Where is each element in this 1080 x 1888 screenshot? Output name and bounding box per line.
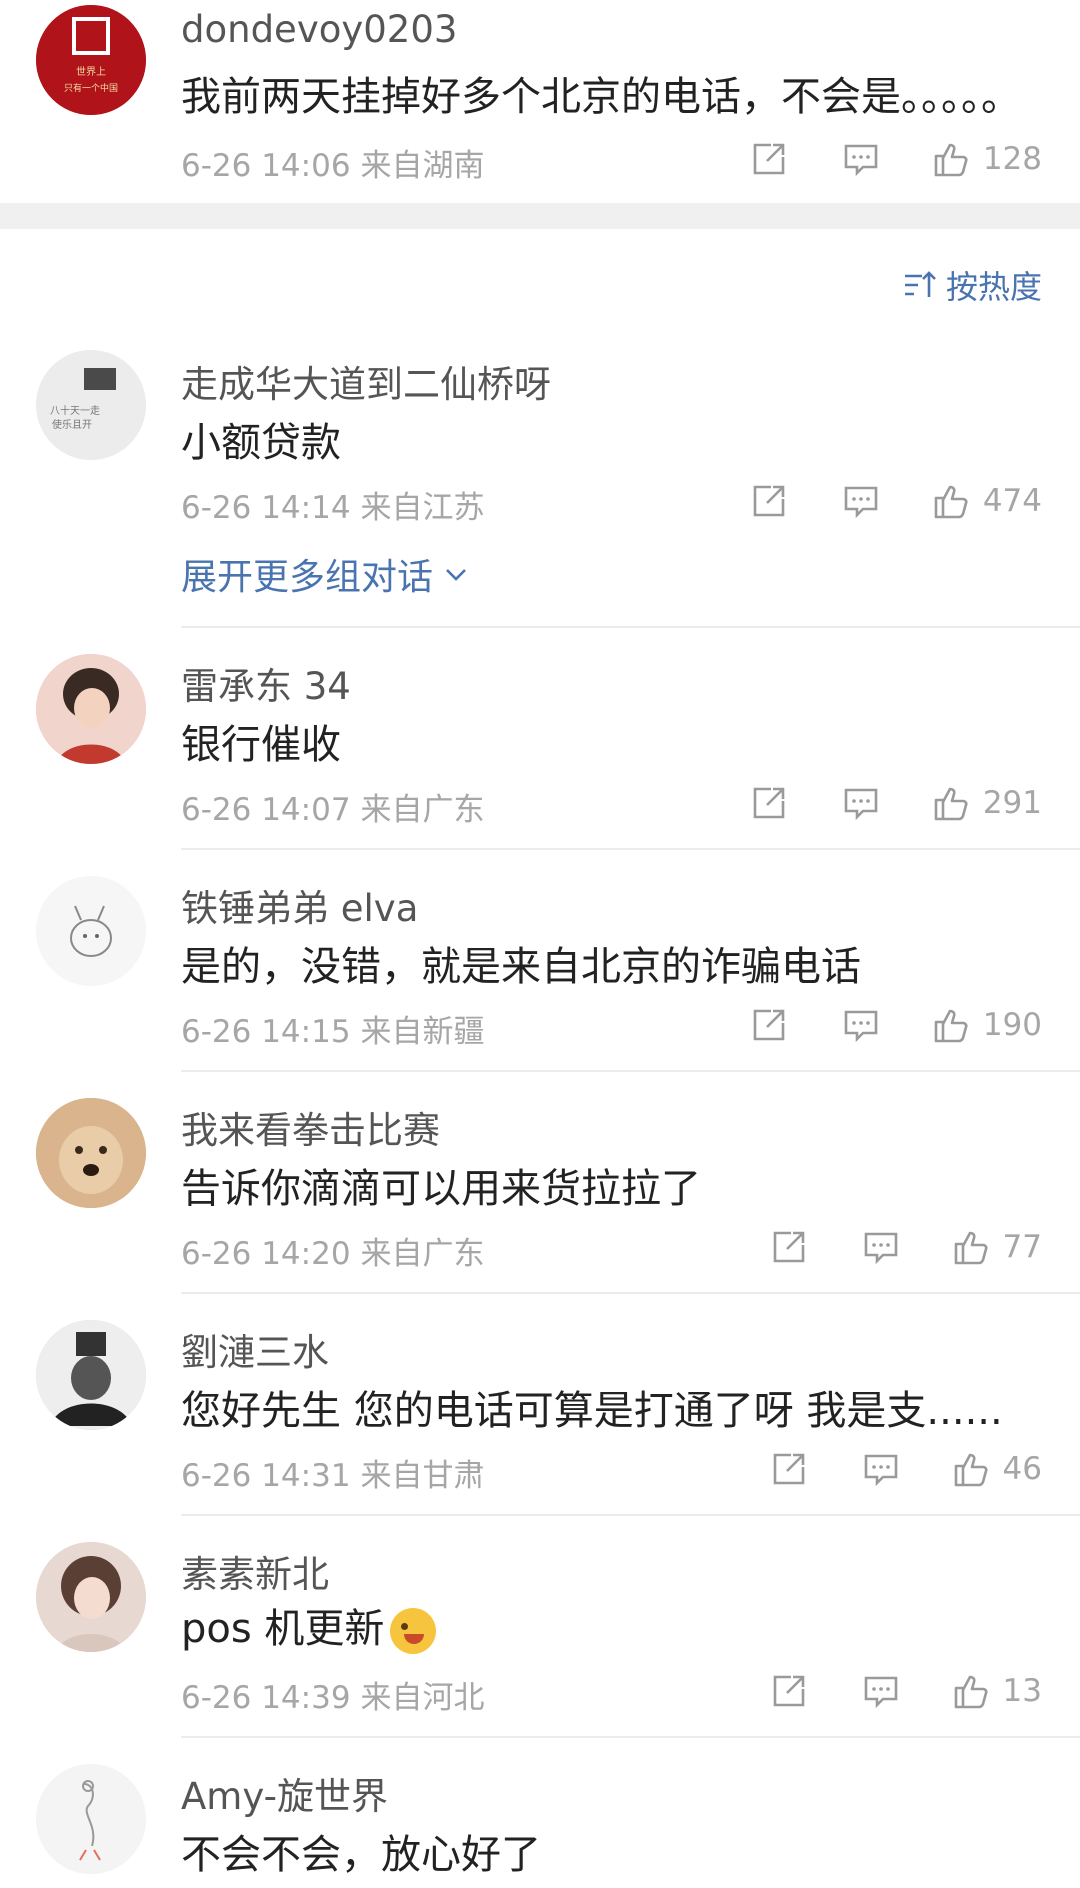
thumbs-up-icon[interactable] <box>951 1227 991 1267</box>
avatar[interactable] <box>36 876 146 986</box>
comment-meta: 6-26 14:15 来自新疆 <box>181 1006 485 1051</box>
avatar[interactable] <box>36 1320 146 1430</box>
username[interactable]: 劉漣三水 <box>181 1322 329 1376</box>
divider <box>181 1292 1080 1294</box>
comment-text: 我前两天挂掉好多个北京的电话，不会是。。。。。 <box>181 74 1021 120</box>
comment-text: 小额贷款 <box>181 420 341 466</box>
username[interactable]: 素素新北 <box>181 1544 329 1598</box>
timestamp: 6-26 14:14 <box>181 490 351 526</box>
share-icon[interactable] <box>769 1449 809 1489</box>
comment-actions: 291 <box>749 780 1042 826</box>
comment-text: 您好先生 您的电话可算是打通了呀 我是支...... <box>181 1388 1003 1434</box>
comment-actions: 190 <box>749 1002 1042 1048</box>
username[interactable]: Amy-旋世界 <box>181 1766 388 1820</box>
username[interactable]: 走成华大道到二仙桥呀 <box>181 354 551 408</box>
svg-text:使乐且开: 使乐且开 <box>52 418 92 431</box>
comment-text-value: pos 机更新 <box>181 1606 385 1652</box>
timestamp: 6-26 14:06 <box>181 148 351 184</box>
laughing-emoji-icon <box>390 1608 437 1654</box>
svg-text:世界上: 世界上 <box>76 66 106 78</box>
divider <box>181 1070 1080 1072</box>
comment-icon[interactable] <box>841 139 881 179</box>
comment-meta: 6-26 14:14 来自江苏 <box>181 482 485 527</box>
comment-actions: 128 <box>749 136 1042 182</box>
location: 来自湖南 <box>360 148 485 184</box>
comment-text: pos 机更新 <box>181 1596 437 1654</box>
share-icon[interactable] <box>749 481 789 521</box>
username[interactable]: 雷承东 34 <box>181 656 351 710</box>
comment-meta: 6-26 14:31 来自甘肃 <box>181 1450 485 1495</box>
timestamp: 6-26 14:20 <box>181 1236 351 1272</box>
thumbs-up-icon[interactable] <box>931 481 971 521</box>
chevron-down-icon <box>446 569 466 581</box>
comment-meta: 6-26 14:07 来自广东 <box>181 784 485 829</box>
location: 来自江苏 <box>360 490 485 526</box>
comment-text: 不会不会，放心好了 <box>181 1832 541 1878</box>
thumbs-up-icon[interactable] <box>931 1005 971 1045</box>
username[interactable]: dondevoy0203 <box>181 8 457 51</box>
avatar[interactable] <box>36 1098 146 1208</box>
divider <box>181 1736 1080 1738</box>
section-divider <box>0 203 1080 229</box>
comment-icon[interactable] <box>861 1671 901 1711</box>
divider <box>181 848 1080 850</box>
avatar[interactable]: 八十天一走 使乐且开 <box>36 350 146 460</box>
sort-button[interactable]: 按热度 <box>902 262 1042 308</box>
comment-meta: 6-26 14:06 来自湖南 <box>181 140 485 185</box>
comment-actions: 46 <box>769 1446 1042 1492</box>
comment-icon[interactable] <box>861 1227 901 1267</box>
comment-icon[interactable] <box>841 1005 881 1045</box>
location: 来自新疆 <box>360 1014 485 1050</box>
username[interactable]: 我来看拳击比赛 <box>181 1100 440 1154</box>
comment-icon[interactable] <box>861 1449 901 1489</box>
comment-icon[interactable] <box>841 481 881 521</box>
location: 来自广东 <box>360 1236 485 1272</box>
svg-text:八十天一走: 八十天一走 <box>50 404 100 417</box>
comment-text: 是的，没错，就是来自北京的诈骗电话 <box>181 944 861 990</box>
share-icon[interactable] <box>749 783 789 823</box>
share-icon[interactable] <box>769 1227 809 1267</box>
comment-text: 银行催收 <box>181 722 341 768</box>
location: 来自甘肃 <box>360 1458 485 1494</box>
like-count: 46 <box>1002 1451 1042 1487</box>
share-icon[interactable] <box>769 1671 809 1711</box>
expand-conversations-link[interactable]: 展开更多组对话 <box>181 548 471 600</box>
comment-actions: 13 <box>769 1668 1042 1714</box>
thumbs-up-icon[interactable] <box>951 1449 991 1489</box>
share-icon[interactable] <box>749 1005 789 1045</box>
comment-actions: 77 <box>769 1224 1042 1270</box>
like-count: 13 <box>1002 1673 1042 1709</box>
timestamp: 6-26 14:07 <box>181 792 351 828</box>
like-count: 128 <box>982 141 1042 177</box>
avatar[interactable] <box>36 1542 146 1652</box>
timestamp: 6-26 14:15 <box>181 1014 351 1050</box>
divider <box>181 1514 1080 1516</box>
svg-text:只有一个中国: 只有一个中国 <box>64 82 118 94</box>
comment-meta: 6-26 14:39 来自河北 <box>181 1672 485 1717</box>
comment-text: 告诉你滴滴可以用来货拉拉了 <box>181 1166 701 1212</box>
divider <box>181 626 1080 628</box>
username[interactable]: 铁锤弟弟 elva <box>181 878 418 932</box>
timestamp: 6-26 14:39 <box>181 1680 351 1716</box>
timestamp: 6-26 14:31 <box>181 1458 351 1494</box>
expand-label: 展开更多组对话 <box>181 557 434 598</box>
like-count: 77 <box>1002 1229 1042 1265</box>
share-icon[interactable] <box>749 139 789 179</box>
comment-meta: 6-26 14:20 来自广东 <box>181 1228 485 1273</box>
avatar[interactable]: 世界上 只有一个中国 <box>36 5 146 115</box>
thumbs-up-icon[interactable] <box>931 783 971 823</box>
comment-icon[interactable] <box>841 783 881 823</box>
like-count: 474 <box>982 483 1042 519</box>
like-count: 190 <box>982 1007 1042 1043</box>
avatar[interactable] <box>36 654 146 764</box>
avatar[interactable] <box>36 1764 146 1874</box>
sort-label: 按热度 <box>945 268 1042 306</box>
comment-actions: 474 <box>749 478 1042 524</box>
like-count: 291 <box>982 785 1042 821</box>
location: 来自河北 <box>360 1680 485 1716</box>
thumbs-up-icon[interactable] <box>951 1671 991 1711</box>
location: 来自广东 <box>360 792 485 828</box>
thumbs-up-icon[interactable] <box>931 139 971 179</box>
sort-icon <box>904 271 936 297</box>
